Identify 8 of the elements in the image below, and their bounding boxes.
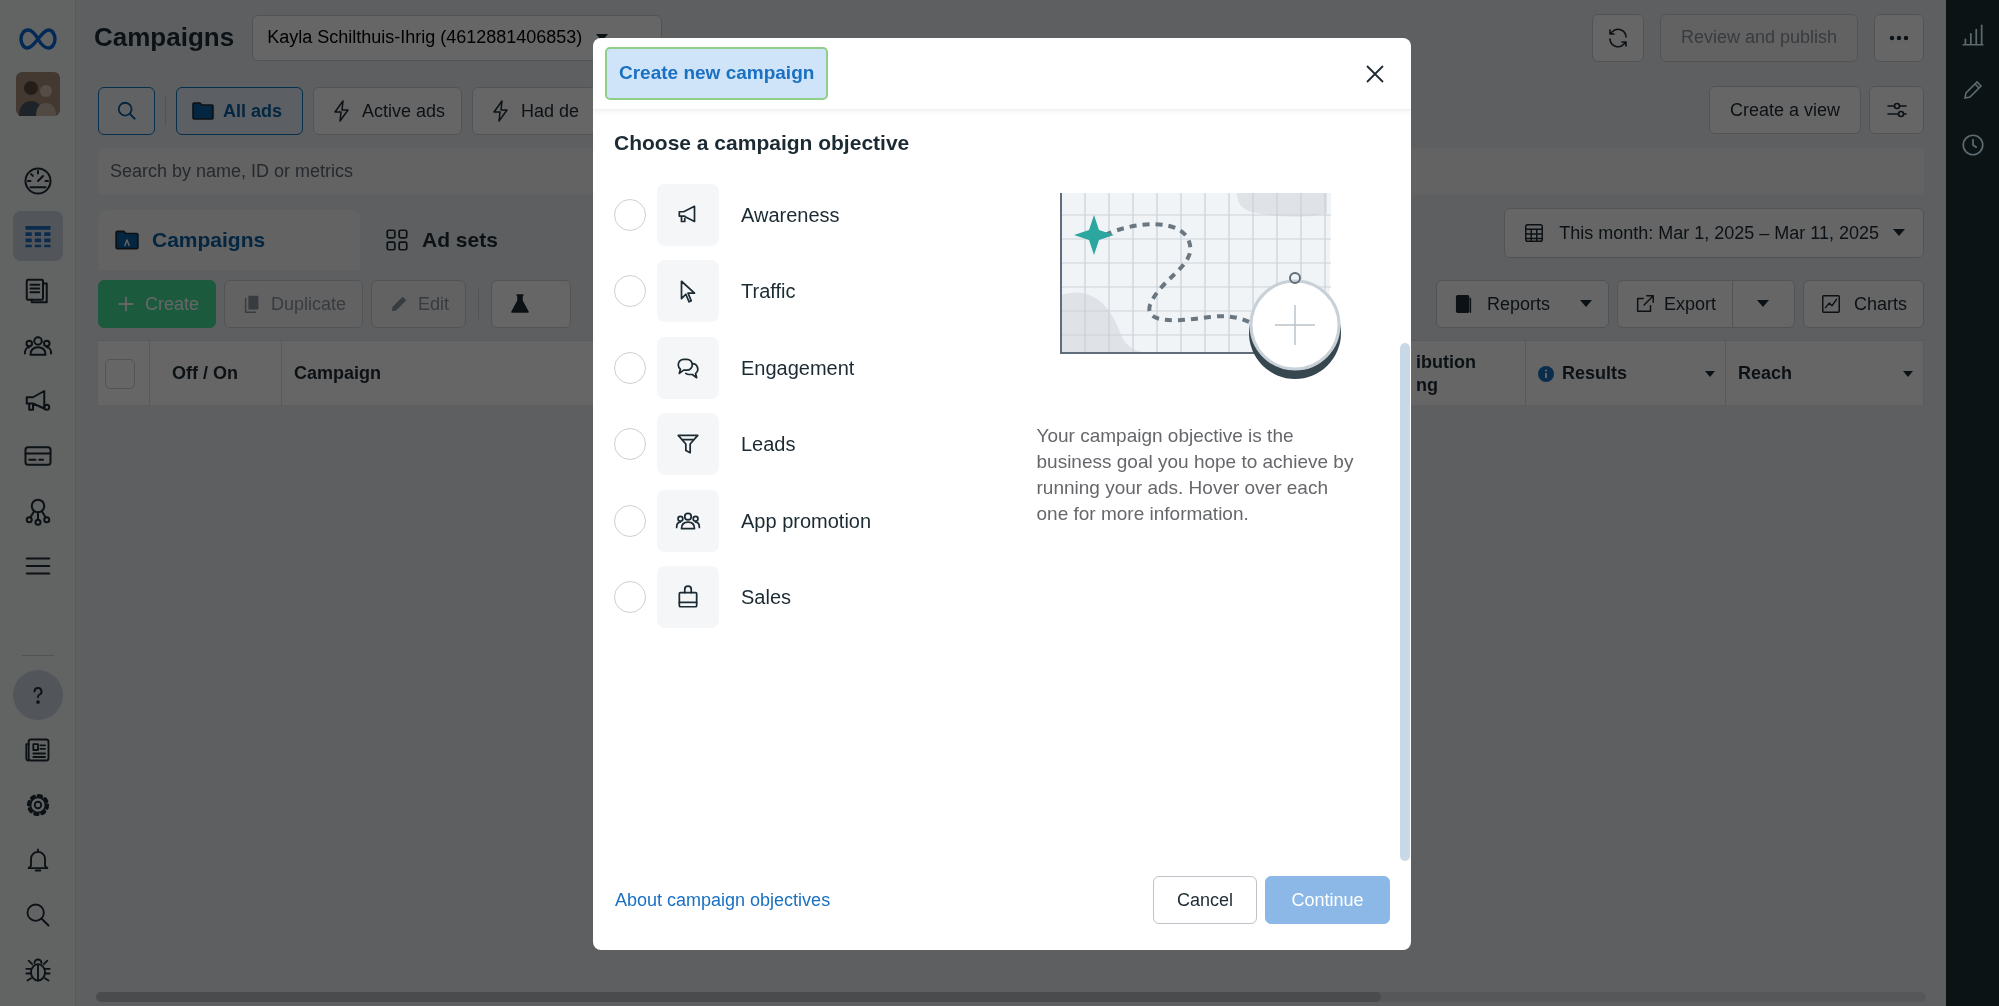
- column-header: Campaign: [294, 362, 381, 385]
- column-header: Off / On: [172, 362, 238, 385]
- column-header: ibution ng: [1416, 351, 1477, 396]
- objective-description: Your campaign objective is the business goal you hope to achieve by running your ads. Hover over each one for more information.: [1036, 424, 1355, 526]
- dialog-title: Create new campaign: [605, 47, 829, 100]
- page-title: Campaigns: [94, 21, 235, 54]
- column-header: Reach: [1738, 362, 1793, 385]
- column-header: Results: [1562, 362, 1628, 385]
